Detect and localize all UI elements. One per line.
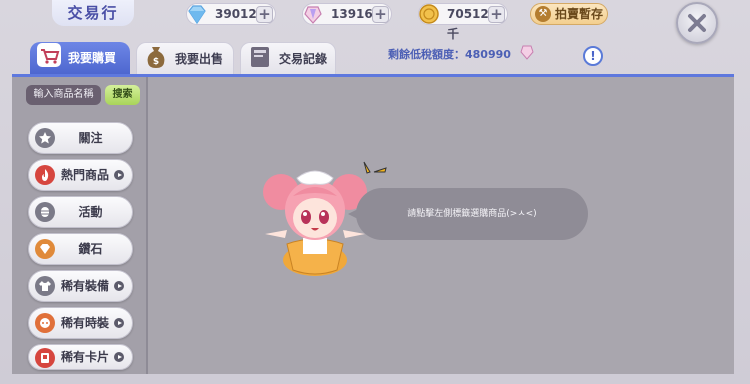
tab-buy[interactable]: 我要購買 (30, 42, 130, 74)
sidebar-item-label: 鑽石 (78, 242, 103, 256)
diamond-icon (185, 2, 209, 26)
add-coin-button[interactable]: + (488, 6, 505, 23)
cart-icon (34, 40, 64, 70)
crystal-counter: 13916 + (302, 3, 392, 25)
tax-quota-label: 剩餘低稅額度：480990 (388, 48, 511, 61)
diamond-value: 39012 (215, 7, 257, 21)
crystal-small-icon (520, 45, 534, 60)
chevron-right-icon (114, 318, 124, 328)
svg-text:$: $ (153, 57, 159, 67)
tab-history[interactable]: 交易記錄 (240, 42, 336, 74)
add-diamond-button[interactable]: + (256, 6, 273, 23)
auction-storage-button[interactable]: ⚒ 拍賣暫存 (530, 3, 608, 25)
tab-sell[interactable]: $ 我要出售 (136, 42, 234, 74)
search-button[interactable]: 搜索 (105, 85, 140, 105)
exclamation-spark-icon (363, 161, 387, 174)
money-bag-icon: $ (141, 41, 171, 71)
sidebar-item-label: 稀有時裝 (61, 316, 110, 330)
chevron-right-icon (114, 170, 124, 180)
coin-counter: 705126千 + (417, 2, 508, 41)
sidebar-item-diamonds[interactable]: 鑽石 (28, 233, 133, 265)
sidebar-item-events[interactable]: 活動 (28, 196, 133, 228)
add-crystal-button[interactable]: + (372, 6, 389, 23)
auction-hammer-icon: ⚒ (535, 6, 551, 22)
sidebar-item-favorites[interactable]: 關注 (28, 122, 133, 154)
sidebar-item-rare-fashion[interactable]: 稀有時裝 (28, 307, 133, 339)
sidebar-item-label: 稀有裝備 (61, 279, 110, 293)
page-title: 交易行 (52, 0, 134, 26)
close-button[interactable] (676, 2, 718, 44)
sidebar-item-rare-equipment[interactable]: 稀有裝備 (28, 270, 133, 302)
info-button[interactable]: ! (583, 46, 603, 66)
diamond-counter: 39012 + (186, 3, 276, 25)
sidebar-item-hot[interactable]: 熱門商品 (28, 159, 133, 191)
search-input[interactable]: 輸入商品名稱 (26, 85, 101, 105)
chevron-right-icon (114, 352, 124, 362)
sidebar-item-label: 關注 (78, 131, 103, 145)
hint-speech-bubble: 請點擊左側標籤選購商品(>ㅅ<) (348, 188, 588, 240)
card-icon (35, 348, 55, 368)
auction-storage-label: 拍賣暫存 (555, 7, 604, 21)
crystal-value: 13916 (331, 7, 373, 21)
tab-history-label: 交易記錄 (279, 52, 328, 66)
record-book-icon (245, 41, 275, 71)
fashion-icon (35, 313, 55, 333)
tab-buy-label: 我要購買 (68, 51, 117, 65)
sidebar-item-label: 稀有卡片 (61, 350, 110, 364)
coin-icon (417, 2, 441, 26)
shirt-icon (35, 276, 55, 296)
sidebar-item-label: 活動 (78, 205, 103, 219)
crystal-icon (301, 2, 325, 26)
sidebar-item-rare-cards[interactable]: 稀有卡片 (28, 344, 133, 370)
tab-sell-label: 我要出售 (175, 52, 224, 66)
close-icon (688, 14, 706, 32)
chevron-right-icon (114, 281, 124, 291)
sidebar-item-label: 熱門商品 (61, 168, 110, 182)
hot-icon (35, 165, 55, 185)
top-bar: 交易行 39012 + 13916 + 705126千 + ⚒ 拍賣暫存 (0, 0, 750, 44)
